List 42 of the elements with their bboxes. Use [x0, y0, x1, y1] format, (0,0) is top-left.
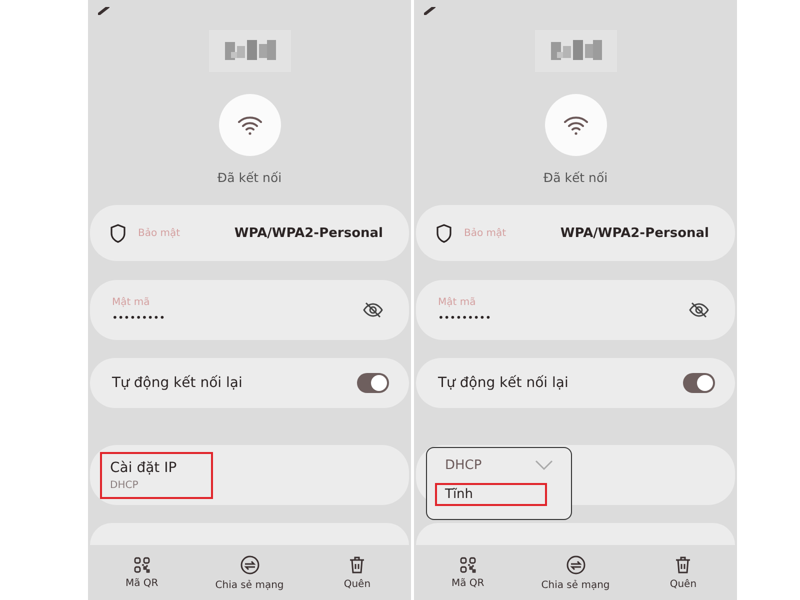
check-icon: [535, 460, 553, 471]
security-label: Bảo mật: [138, 228, 180, 238]
shield-icon: [436, 224, 452, 242]
status-text: Đã kết nối: [217, 170, 282, 185]
auto-reconnect-label: Tự động kết nối lại: [112, 375, 242, 391]
shield-icon: [110, 224, 126, 242]
password-field[interactable]: Mật mã •••••••••: [90, 280, 409, 340]
menu-option[interactable]: DHCP: [435, 454, 563, 477]
share-icon: [566, 554, 586, 574]
trash-icon: [675, 556, 692, 574]
password-label: Mật mã: [438, 296, 477, 308]
status-text: Đã kết nối: [543, 170, 608, 185]
security-value: WPA/WPA2-Personal: [560, 226, 709, 240]
trash-icon: [349, 556, 366, 574]
toggle-switch[interactable]: [683, 373, 715, 393]
ip-settings-card[interactable]: Cài đặt IP DHCP: [90, 445, 409, 505]
qr-code-icon: [460, 556, 476, 572]
wifi-icon: [236, 114, 262, 136]
pencil-icon[interactable]: [424, 7, 436, 15]
password-value: •••••••••: [112, 312, 166, 324]
password-value: •••••••••: [438, 312, 492, 324]
share-icon: [240, 554, 260, 574]
security-label: Bảo mật: [464, 228, 506, 238]
pencil-icon[interactable]: [98, 7, 110, 15]
action-button[interactable]: Mã QR: [88, 545, 196, 600]
qr-code-icon: [134, 556, 150, 572]
security-value: WPA/WPA2-Personal: [234, 226, 383, 240]
action-button[interactable]: Chia sẻ mạng: [522, 545, 630, 600]
password-field[interactable]: Mật mã •••••••••: [416, 280, 735, 340]
wifi-icon: [562, 114, 588, 136]
action-button[interactable]: Chia sẻ mạng: [196, 545, 304, 600]
password-label: Mật mã: [112, 296, 151, 308]
toggle-switch[interactable]: [357, 373, 389, 393]
highlighted-menu-option[interactable]: Tĩnh: [435, 483, 547, 506]
auto-reconnect-label: Tự động kết nối lại: [438, 375, 568, 391]
action-button[interactable]: Quên: [629, 545, 737, 600]
ip-settings-label: Cài đặt IP: [110, 460, 177, 476]
ip-settings-value: DHCP: [110, 480, 140, 490]
eye-off-icon[interactable]: [363, 302, 383, 318]
eye-off-icon[interactable]: [689, 302, 709, 318]
action-button[interactable]: Quên: [303, 545, 411, 600]
action-button[interactable]: Mã QR: [414, 545, 522, 600]
